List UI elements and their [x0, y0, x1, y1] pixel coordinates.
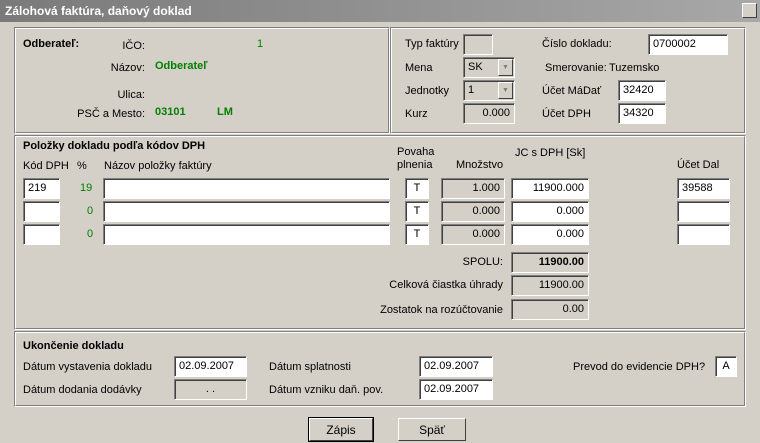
col-kod-dph: Kód DPH — [23, 160, 69, 172]
row-ucet-dal-field[interactable] — [677, 224, 730, 245]
zapis-button-label: Zápis — [326, 423, 356, 437]
datum-dodania-field[interactable]: . . — [174, 379, 247, 400]
mena-label: Mena — [405, 62, 433, 74]
prevod-dph-field[interactable]: A — [715, 356, 737, 377]
spolu-value: 11900.00 — [511, 252, 589, 273]
items-section-title: Položky dokladu podľa kódov DPH — [23, 140, 206, 152]
ucet-madat-field[interactable]: 32420 — [618, 80, 666, 101]
row-ucet-dal-field[interactable] — [677, 201, 730, 222]
datum-splatnosti-field[interactable]: 02.09.2007 — [419, 356, 493, 377]
typ-faktury-label: Typ faktúry — [405, 38, 459, 50]
kurz-field[interactable]: 0.000 — [463, 103, 515, 124]
row-ucet-dal-field[interactable]: 39588 — [677, 178, 730, 199]
datum-vzniku-label: Dátum vzniku daň. pov. — [269, 384, 384, 396]
smerovanie-value: Tuzemsko — [609, 62, 660, 74]
close-icon[interactable] — [742, 3, 757, 18]
ico-value: 1 — [257, 38, 264, 50]
row-kod-dph-field[interactable]: 219 — [23, 178, 60, 199]
smerovanie-label: Smerovanie: — [545, 62, 607, 74]
row-povaha-field[interactable]: T — [405, 224, 429, 245]
chevron-down-icon[interactable]: ▼ — [498, 82, 513, 99]
window-title: Zálohová faktúra, daňový doklad — [5, 4, 192, 18]
row-percent-value: 0 — [87, 205, 94, 217]
ucet-madat-label: Účet MáDať — [542, 85, 602, 97]
row-mnozstvo-field[interactable]: 0.000 — [441, 201, 505, 222]
row-nazov-field[interactable] — [103, 201, 390, 222]
ucet-dph-label: Účet DPH — [542, 108, 591, 120]
row-povaha-field[interactable]: T — [405, 178, 429, 199]
mena-select[interactable]: SK ▼ — [463, 57, 515, 78]
psc-value: 03101 — [155, 106, 186, 118]
mena-select-value: SK — [468, 61, 483, 73]
row-nazov-field[interactable] — [103, 178, 390, 199]
datum-vzniku-field[interactable]: 02.09.2007 — [419, 379, 493, 400]
zostatok-label: Zostatok na rozúčtovanie — [380, 304, 503, 316]
col-nazov: Názov položky faktúry — [104, 160, 212, 172]
jednotky-select-value: 1 — [468, 84, 475, 96]
col-percent: % — [77, 160, 87, 172]
row-povaha-field[interactable]: T — [405, 201, 429, 222]
jednotky-select[interactable]: 1 ▼ — [463, 80, 515, 101]
mesto-value: LM — [217, 106, 233, 118]
prevod-dph-label: Prevod do evidencie DPH? — [573, 361, 706, 373]
row-kod-dph-field[interactable] — [23, 224, 60, 245]
spat-button[interactable]: Späť — [398, 418, 466, 441]
col-povaha-line2: plnenia — [397, 159, 433, 171]
nazov-label: Názov: — [110, 62, 145, 74]
spat-button-label: Späť — [419, 423, 445, 437]
chevron-down-icon[interactable]: ▼ — [498, 59, 513, 76]
row-percent-value: 0 — [87, 228, 94, 240]
cislo-dokladu-label: Číslo dokladu: — [542, 38, 612, 50]
datum-dodania-label: Dátum dodania dodávky — [23, 384, 142, 396]
celkova-ciastka-value: 11900.00 — [511, 275, 589, 296]
spolu-label: SPOLU: — [462, 256, 503, 268]
ico-label: IČO: — [122, 40, 145, 52]
items-panel: Položky dokladu podľa kódov DPH Kód DPH … — [14, 135, 746, 330]
customer-panel: Odberateľ: IČO: 1 Názov: Odberateľ Ulica… — [14, 27, 390, 134]
document-info-panel: Typ faktúry Mena SK ▼ Jednotky 1 ▼ Kurz … — [390, 27, 746, 134]
closing-section-title: Ukončenie dokladu — [23, 340, 124, 352]
row-kod-dph-field[interactable] — [23, 201, 60, 222]
odberatel-label: Odberateľ: — [23, 38, 80, 50]
datum-splatnosti-label: Dátum splatnosti — [269, 361, 351, 373]
kurz-label: Kurz — [405, 108, 428, 120]
ulica-label: Ulica: — [117, 89, 145, 101]
window-titlebar: Zálohová faktúra, daňový doklad — [0, 0, 760, 22]
jednotky-label: Jednotky — [405, 85, 450, 97]
datum-vystavenia-label: Dátum vystavenia dokladu — [23, 361, 153, 373]
psc-mesto-label: PSČ a Mesto: — [77, 108, 145, 120]
datum-vystavenia-field[interactable]: 02.09.2007 — [174, 356, 247, 377]
zapis-button[interactable]: Zápis — [308, 417, 374, 442]
col-jc-s-dph: JC s DPH [Sk] — [515, 147, 586, 159]
row-jc-field[interactable]: 0.000 — [511, 224, 589, 245]
zostatok-value: 0.00 — [511, 299, 589, 320]
typ-faktury-field[interactable] — [463, 34, 493, 55]
row-nazov-field[interactable] — [103, 224, 390, 245]
row-jc-field[interactable]: 0.000 — [511, 201, 589, 222]
row-percent-value: 19 — [80, 182, 93, 194]
row-mnozstvo-field[interactable]: 0.000 — [441, 224, 505, 245]
ucet-dph-field[interactable]: 34320 — [618, 103, 666, 124]
closing-panel: Ukončenie dokladu Dátum vystavenia dokla… — [14, 331, 746, 407]
col-ucet-dal: Účet Dal — [677, 159, 720, 171]
col-mnozstvo: Množstvo — [456, 159, 504, 171]
cislo-dokladu-field[interactable]: 0700002 — [648, 34, 728, 55]
nazov-value: Odberateľ — [155, 60, 208, 72]
row-jc-field[interactable]: 11900.000 — [511, 178, 589, 199]
col-povaha-line1: Povaha — [397, 146, 435, 158]
celkova-ciastka-label: Celková čiastka úhrady — [389, 279, 503, 291]
row-mnozstvo-field[interactable]: 1.000 — [441, 178, 505, 199]
